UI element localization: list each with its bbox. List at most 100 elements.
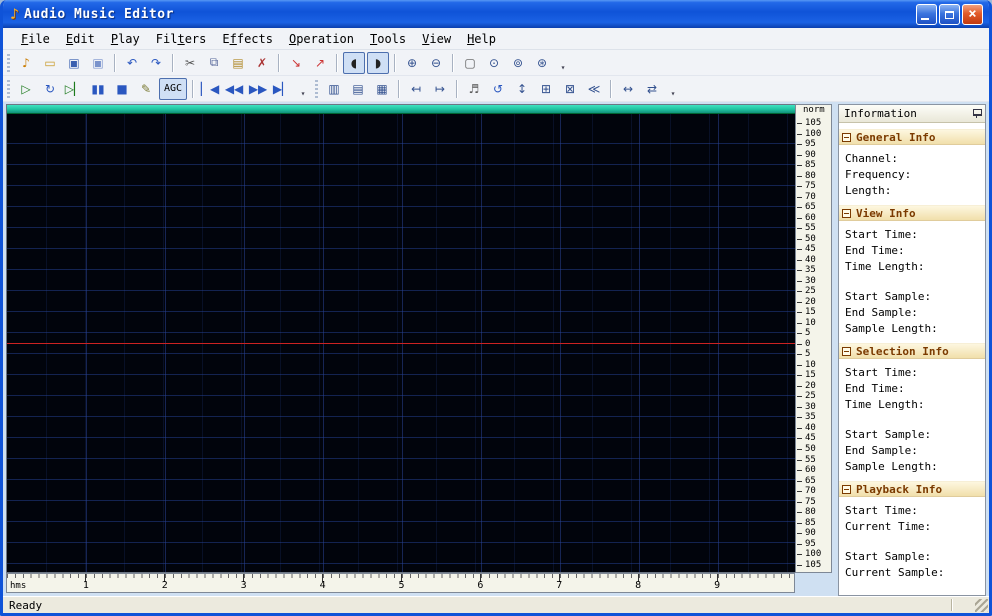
menu-filters[interactable]: Filters <box>148 30 215 48</box>
agc-toggle-button[interactable]: AGC <box>159 77 188 100</box>
export-audio-button[interactable]: ↗ <box>309 52 331 74</box>
menu-view[interactable]: View <box>414 30 459 48</box>
toolbar-row-2: ▷ ↻ ▷▏ ▮▮ ■ ✎ AGC ▏◀ ◀◀ ▶▶ ▶▏ ▾ ▥ ▤ ▦ ↤ ↦ ♬ ↺ ↕ ⊞ ⊠ ≪ ↔ ⇄ ▾ <box>3 76 989 102</box>
open-file-button[interactable]: ▭ <box>39 52 61 74</box>
menu-effects[interactable]: Effects <box>214 30 281 48</box>
section-header-playback-info[interactable]: Playback Info <box>839 481 985 497</box>
scale-value: 95 <box>796 140 831 149</box>
fast-forward-button[interactable]: ▶▶ <box>247 78 269 100</box>
grid-toggle-button[interactable]: ▦ <box>371 78 393 100</box>
rewind-button[interactable]: ◀◀ <box>223 78 245 100</box>
section-header-view-info[interactable]: View Info <box>839 205 985 221</box>
zoom-out-button[interactable]: ⊖ <box>425 52 447 74</box>
restore-button[interactable] <box>939 3 960 25</box>
record-edit-button[interactable]: ✎ <box>135 78 157 100</box>
minimize-button[interactable] <box>916 3 937 25</box>
right-channel-toggle-button[interactable]: ◗ <box>367 51 389 74</box>
info-group: Start Time: End Time: Time Length: <box>839 365 985 413</box>
menu-play[interactable]: Play <box>103 30 148 48</box>
collapse-view-button[interactable]: ⇄ <box>641 78 663 100</box>
tile-windows-button[interactable]: ⊠ <box>559 78 581 100</box>
scale-value: 105 <box>796 119 831 128</box>
select-region-button[interactable]: ▢ <box>459 52 481 74</box>
play-button[interactable]: ▷ <box>15 78 37 100</box>
cut-button[interactable]: ✂ <box>179 52 201 74</box>
scale-value: 60 <box>796 466 831 475</box>
menu-file[interactable]: File <box>13 30 58 48</box>
save-file-as-button[interactable]: ▣ <box>87 52 109 74</box>
zoom-all-button[interactable]: ⊚ <box>507 52 529 74</box>
pause-button[interactable]: ▮▮ <box>87 78 109 100</box>
info-label: Current Time: <box>845 520 932 533</box>
information-panel: Information General Info Channel: Frequenc… <box>838 104 986 596</box>
scale-value: 15 <box>796 371 831 380</box>
scale-value: 15 <box>796 308 831 317</box>
new-file-button[interactable]: ♪ <box>15 52 37 74</box>
menu-tools[interactable]: Tools <box>362 30 414 48</box>
stop-button[interactable]: ■ <box>111 78 133 100</box>
snap-to-left-button[interactable]: ↤ <box>405 78 427 100</box>
snap-to-right-button[interactable]: ↦ <box>429 78 451 100</box>
playback-toolbar: ▷ ↻ ▷▏ ▮▮ ■ ✎ AGC ▏◀ ◀◀ ▶▶ ▶▏ ▾ <box>4 76 312 102</box>
playback-toolbar-overflow-button[interactable]: ▾ <box>297 78 309 100</box>
scale-value: 75 <box>796 497 831 507</box>
refresh-view-button[interactable]: ↺ <box>487 78 509 100</box>
delete-button[interactable]: ✗ <box>251 52 273 74</box>
copy-button[interactable]: ⧉ <box>203 52 225 74</box>
paste-button[interactable]: ▤ <box>227 52 249 74</box>
view-toolbar-gripper[interactable] <box>315 79 319 98</box>
close-icon: × <box>968 6 977 22</box>
group-windows-button[interactable]: ⊞ <box>535 78 557 100</box>
menu-help[interactable]: Help <box>459 30 504 48</box>
pin-icon[interactable] <box>972 109 982 118</box>
go-to-start-button[interactable]: ▏◀ <box>199 78 221 100</box>
fit-horizontal-button[interactable]: ↔ <box>617 78 639 100</box>
close-button[interactable]: × <box>962 3 983 25</box>
section-header-selection-info[interactable]: Selection Info <box>839 343 985 359</box>
ruler-unit-label: hms <box>10 581 27 591</box>
toolbar-separator <box>192 79 195 98</box>
save-file-button[interactable]: ▣ <box>63 52 85 74</box>
section-header-general-info[interactable]: General Info <box>839 129 985 145</box>
zoom-one-to-one-button[interactable]: ⊛ <box>531 52 553 74</box>
scroll-to-cursor-button[interactable]: ≪ <box>583 78 605 100</box>
fit-vertical-button[interactable]: ↕ <box>511 78 533 100</box>
sync-playback-button[interactable]: ♬ <box>463 78 485 100</box>
scale-value: 50 <box>796 234 831 244</box>
overview-bar[interactable] <box>7 105 795 114</box>
vertical-ruler-toggle-button[interactable]: ▥ <box>323 78 345 100</box>
collapse-icon[interactable] <box>842 346 851 356</box>
menu-operation[interactable]: Operation <box>281 30 362 48</box>
collapse-icon[interactable] <box>842 208 851 218</box>
toolbar-separator <box>336 53 338 72</box>
go-to-end-button[interactable]: ▶▏ <box>271 78 293 100</box>
section-title: Playback Info <box>856 482 943 496</box>
main-toolbar-overflow-button[interactable]: ▾ <box>557 52 569 74</box>
redo-button[interactable]: ↷ <box>145 52 167 74</box>
horizontal-ruler-toggle-button[interactable]: ▤ <box>347 78 369 100</box>
main-toolbar-gripper[interactable] <box>7 53 10 72</box>
scale-value: 85 <box>796 518 831 528</box>
loop-play-button[interactable]: ↻ <box>39 78 61 100</box>
collapse-icon[interactable] <box>842 132 851 142</box>
collapse-icon[interactable] <box>842 484 851 494</box>
view-toolbar-overflow-button[interactable]: ▾ <box>667 78 679 100</box>
resize-grip[interactable] <box>975 599 988 612</box>
menu-edit[interactable]: Edit <box>58 30 103 48</box>
zoom-in-button[interactable]: ⊕ <box>401 52 423 74</box>
playback-toolbar-gripper[interactable] <box>7 79 10 98</box>
amplitude-scale[interactable]: norm 105 100 95 90 85 80 75 70 65 60 55 50 45 40 35 30 2… <box>795 104 832 573</box>
scale-value: 90 <box>796 529 831 538</box>
scale-value: 70 <box>796 487 831 496</box>
play-to-end-button[interactable]: ▷▏ <box>63 78 85 100</box>
title-bar[interactable]: ♪ Audio Music Editor × <box>3 0 989 28</box>
time-ruler[interactable]: hms 1 2 3 4 5 6 7 8 9 <box>6 573 795 593</box>
info-label: Start Sample: <box>845 550 932 563</box>
left-channel-toggle-button[interactable]: ◖ <box>343 51 365 74</box>
zoom-selection-button[interactable]: ⊙ <box>483 52 505 74</box>
waveform-display[interactable] <box>6 104 795 573</box>
minimize-icon <box>921 17 929 20</box>
scale-value: 95 <box>796 539 831 549</box>
import-audio-button[interactable]: ↘ <box>285 52 307 74</box>
undo-button[interactable]: ↶ <box>121 52 143 74</box>
